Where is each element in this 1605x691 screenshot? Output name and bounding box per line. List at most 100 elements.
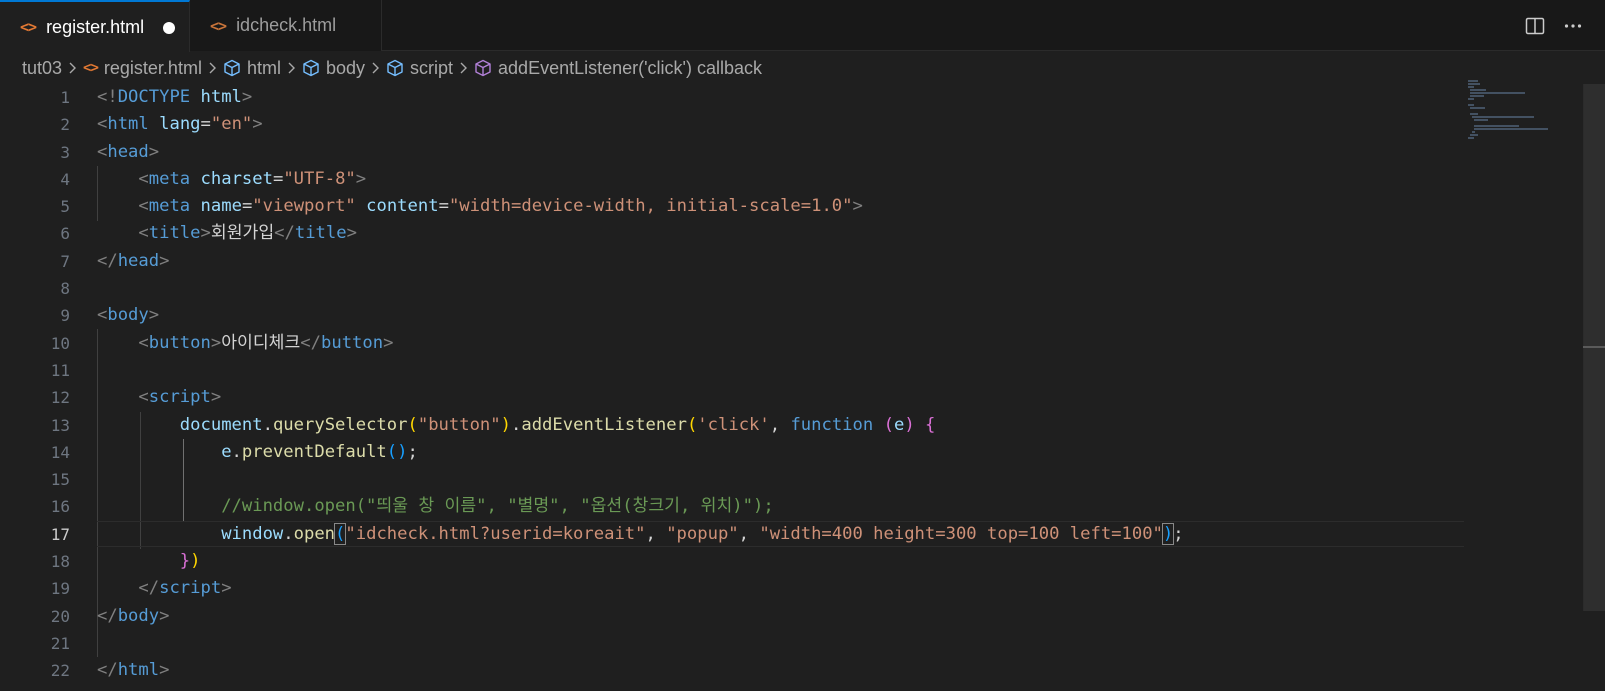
code-line[interactable]: <body>	[97, 302, 1467, 329]
line-number[interactable]: 2	[0, 111, 70, 138]
code-line[interactable]: <html lang="en">	[97, 111, 1467, 138]
code-token: >	[210, 332, 222, 353]
code-token: >	[252, 114, 263, 135]
code-token: >	[355, 168, 367, 189]
code-line[interactable]: window.open("idcheck.html?userid=koreait…	[97, 520, 1467, 548]
scrollbar-cursor-marker	[1583, 346, 1605, 348]
code-line[interactable]	[97, 275, 1467, 302]
breadcrumb-symbol-html[interactable]: html	[223, 58, 281, 79]
line-number[interactable]: 16	[0, 493, 70, 520]
code-line[interactable]: <button>아이디체크</button>	[97, 330, 1467, 357]
code-line[interactable]: <title>회원가입</title>	[97, 220, 1467, 247]
breadcrumb-symbol-label: addEventListener('click') callback	[498, 57, 763, 78]
code-token: (	[334, 522, 347, 545]
code-token: querySelector	[272, 414, 408, 435]
code-line[interactable]: //window.open("띄울 창 이름", "별명", "옵션(창크기, …	[97, 493, 1467, 520]
code-token: body	[107, 305, 149, 326]
code-token: =	[200, 114, 211, 135]
code-line[interactable]	[97, 357, 1467, 384]
tab-label: register.html	[46, 16, 145, 37]
line-number[interactable]: 6	[0, 220, 70, 247]
code-line[interactable]: document.querySelector("button").addEven…	[97, 412, 1467, 439]
breadcrumb-folder[interactable]: tut03	[22, 58, 62, 79]
code-line[interactable]: </script>	[97, 575, 1467, 602]
code-line[interactable]	[97, 466, 1467, 493]
line-number[interactable]: 14	[0, 439, 70, 466]
code-token: =	[272, 168, 284, 189]
code-editor[interactable]: 1 2 3 4 5 6 7 8 9 10 11 12 13 14 15 16 17 18 19 20 21 22 <!DO…	[0, 84, 1605, 691]
code-token: .	[231, 441, 242, 462]
line-number[interactable]: 19	[0, 575, 70, 602]
code-line[interactable]: e.preventDefault();	[97, 439, 1467, 466]
more-actions-button[interactable]	[1555, 8, 1591, 44]
minimap[interactable]	[1468, 80, 1588, 140]
code-token: function	[790, 414, 874, 435]
code-line[interactable]: })	[97, 548, 1467, 575]
code-token: <	[138, 196, 149, 217]
breadcrumb-symbol-body[interactable]: body	[302, 58, 365, 79]
line-number[interactable]: 22	[0, 657, 70, 684]
line-number[interactable]: 7	[0, 248, 70, 275]
split-editor-button[interactable]	[1517, 8, 1553, 44]
code-token: (	[686, 414, 698, 435]
symbol-field-icon	[223, 59, 241, 77]
line-number[interactable]: 15	[0, 466, 70, 493]
code-token: ()	[386, 441, 408, 462]
code-line[interactable]	[97, 630, 1467, 657]
code-line[interactable]: <script>	[97, 384, 1467, 411]
code-line[interactable]: <head>	[97, 139, 1467, 166]
code-line[interactable]: </html>	[97, 657, 1467, 684]
code-text-area[interactable]: <!DOCTYPE html> <html lang="en"> <head> <m…	[97, 84, 1467, 685]
code-line[interactable]: </body>	[97, 603, 1467, 630]
code-token: </	[97, 605, 118, 626]
line-number[interactable]: 18	[0, 548, 70, 575]
line-number[interactable]: 10	[0, 330, 70, 357]
code-token: meta	[148, 168, 191, 189]
code-token: title	[294, 223, 347, 244]
breadcrumb-symbol-script[interactable]: script	[386, 58, 453, 79]
line-number[interactable]: 9	[0, 302, 70, 329]
line-number[interactable]: 21	[0, 630, 70, 657]
code-line[interactable]: <meta charset="UTF-8">	[97, 166, 1467, 193]
line-number[interactable]: 5	[0, 193, 70, 220]
line-number-gutter: 1 2 3 4 5 6 7 8 9 10 11 12 13 14 15 16 17 18 19 20 21 22	[0, 84, 70, 685]
code-token: >	[148, 305, 160, 326]
line-number[interactable]: 3	[0, 139, 70, 166]
line-number[interactable]: 17	[0, 521, 70, 548]
unsaved-changes-dot-icon[interactable]	[163, 22, 175, 34]
code-token: head	[117, 250, 160, 271]
code-token: {	[925, 414, 936, 435]
breadcrumb-symbol-callback[interactable]: addEventListener('click') callback	[474, 58, 762, 79]
line-number[interactable]: 13	[0, 412, 70, 439]
line-number[interactable]: 4	[0, 166, 70, 193]
code-token: e	[893, 414, 905, 435]
code-token: </	[97, 660, 118, 681]
tab-idcheck-html[interactable]: <> idcheck.html	[190, 0, 382, 51]
line-number[interactable]: 1	[0, 84, 70, 111]
breadcrumb-file[interactable]: <> register.html	[83, 58, 202, 79]
code-line[interactable]: </head>	[97, 248, 1467, 275]
code-token: html	[117, 660, 160, 681]
code-line[interactable]: <!DOCTYPE html>	[97, 84, 1467, 111]
code-token: html	[107, 114, 149, 135]
line-number[interactable]: 11	[0, 357, 70, 384]
code-token: "popup"	[666, 523, 739, 544]
code-line[interactable]: <meta name="viewport" content="width=dev…	[97, 193, 1467, 220]
line-number[interactable]: 12	[0, 384, 70, 411]
chevron-right-icon	[68, 61, 77, 75]
code-token: addEventListener	[521, 414, 687, 435]
line-number[interactable]: 8	[0, 275, 70, 302]
breadcrumb-folder-label: tut03	[22, 57, 63, 78]
code-token: "button"	[417, 414, 501, 435]
line-number[interactable]: 20	[0, 603, 70, 630]
tab-register-html[interactable]: <> register.html	[0, 0, 190, 52]
